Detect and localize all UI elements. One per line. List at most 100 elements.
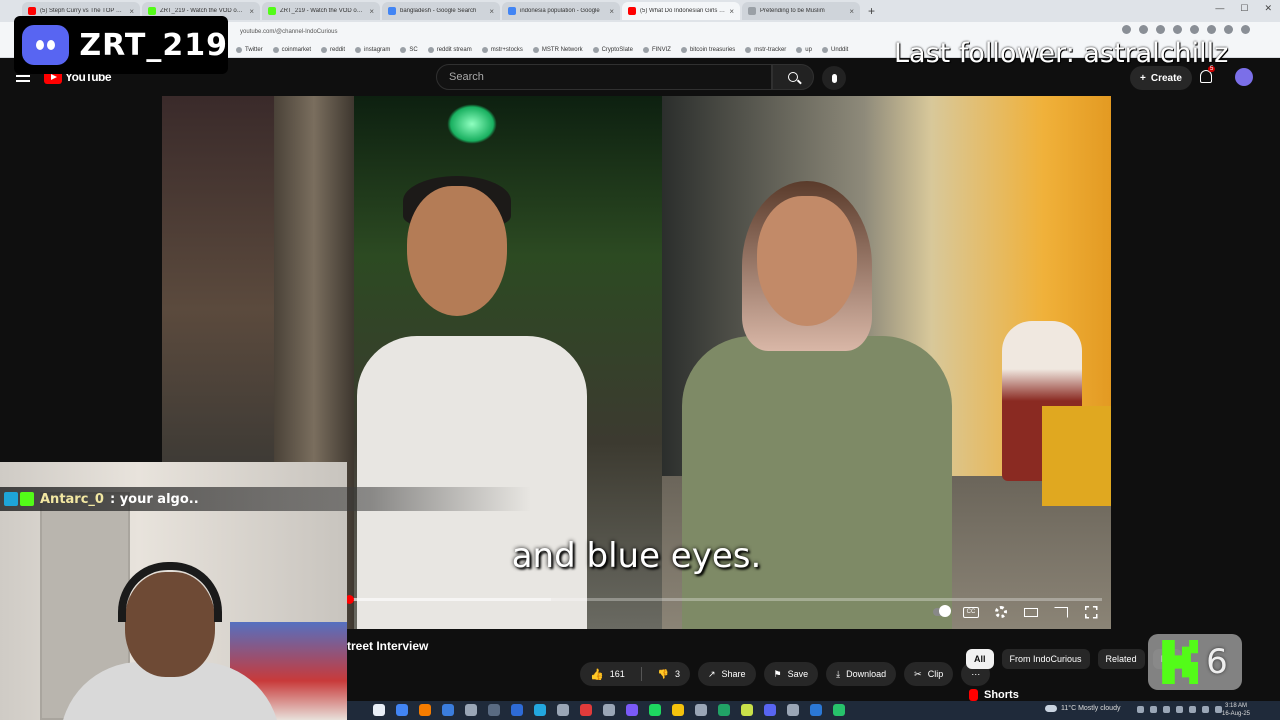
extension-icon[interactable] [1224, 25, 1233, 34]
last-follower-text: Last follower: astralchillz [894, 38, 1229, 69]
browser-tab[interactable]: Pretending to be Muslim × [742, 2, 860, 20]
dislike-button[interactable]: 👎 3 [648, 662, 690, 686]
voice-search-button[interactable] [822, 66, 846, 90]
bookmark-item[interactable]: reddit stream [427, 46, 472, 53]
tray-icon[interactable] [1202, 706, 1209, 713]
bookmark-item[interactable]: mstr-tracker [745, 46, 787, 53]
taskbar-app-icon[interactable] [419, 704, 431, 716]
filter-chip[interactable]: From IndoCurious [1001, 649, 1090, 669]
close-tab-icon[interactable]: × [849, 7, 854, 16]
search-button[interactable] [772, 64, 814, 90]
close-tab-icon[interactable]: × [249, 7, 254, 16]
tray-icon[interactable] [1189, 706, 1196, 713]
extension-icon[interactable] [1207, 25, 1216, 34]
progress-bar[interactable] [345, 595, 1102, 604]
bookmark-item[interactable]: instagram [355, 46, 390, 53]
taskbar-app-icon[interactable] [626, 704, 638, 716]
bookmark-item[interactable]: SC [400, 46, 418, 53]
create-button[interactable]: + Create [1130, 66, 1192, 90]
bookmark-item[interactable]: FINVIZ [642, 46, 671, 53]
search-input[interactable]: Search [436, 64, 772, 90]
taskbar-clock[interactable]: 3:18 AM 16-Aug-25 [1222, 702, 1250, 718]
bookmark-item[interactable]: up [796, 46, 812, 53]
filter-chip[interactable]: Related [1097, 649, 1145, 669]
tray-icon[interactable] [1176, 706, 1183, 713]
taskbar-app-icon[interactable] [580, 704, 592, 716]
taskbar-app-icon[interactable] [764, 704, 776, 716]
green-sweater [682, 336, 952, 629]
close-tab-icon[interactable]: × [729, 7, 734, 16]
clip-button[interactable]: ✂ Clip [904, 662, 954, 686]
bookmark-item[interactable]: bitcoin treasuries [680, 46, 735, 53]
browser-tab[interactable]: (5) What Do Indonesian Girls Th × [622, 2, 740, 20]
bookmark-item[interactable]: reddit [321, 46, 345, 53]
tab-title: bangladesh - Google Search [400, 8, 477, 14]
extension-icon[interactable] [1241, 25, 1250, 34]
extension-icon[interactable] [1190, 25, 1199, 34]
download-button[interactable]: ⤓ Download [826, 662, 897, 686]
browser-tab[interactable]: indonesia population - Google × [502, 2, 620, 20]
close-tab-icon[interactable]: × [609, 7, 614, 16]
taskbar-app-icon[interactable] [741, 704, 753, 716]
close-window-button[interactable]: ✕ [1264, 3, 1272, 14]
taskbar-app-icon[interactable] [810, 704, 822, 716]
bookmark-item[interactable]: MSTR Network [532, 46, 583, 53]
tray-icon[interactable] [1150, 706, 1157, 713]
bookmark-favicon-icon [272, 46, 279, 53]
like-button[interactable]: 👍 161 [580, 662, 635, 686]
bookmark-item[interactable]: mstr+stocks [481, 46, 523, 53]
close-tab-icon[interactable]: × [489, 7, 494, 16]
player-controls: CC [933, 605, 1099, 619]
taskbar-app-icon[interactable] [488, 704, 500, 716]
theater-mode-button[interactable] [1023, 606, 1039, 618]
bookmark-label: SC [409, 46, 418, 53]
account-avatar[interactable] [1235, 68, 1253, 86]
browser-tab[interactable]: bangladesh - Google Search × [382, 2, 500, 20]
taskbar-app-icon[interactable] [833, 704, 845, 716]
autoplay-toggle[interactable] [933, 605, 951, 618]
fullscreen-button[interactable] [1083, 605, 1099, 619]
taskbar-app-icon[interactable] [649, 704, 661, 716]
taskbar-app-icon[interactable] [557, 704, 569, 716]
close-tab-icon[interactable]: × [369, 7, 374, 16]
maximize-button[interactable]: ☐ [1240, 3, 1248, 14]
save-button[interactable]: ⚑ Save [763, 662, 819, 686]
minimize-button[interactable]: — [1215, 3, 1224, 14]
extension-icon[interactable] [1122, 25, 1131, 34]
taskbar-app-icon[interactable] [603, 704, 615, 716]
taskbar-app-icon[interactable] [396, 704, 408, 716]
tray-icon[interactable] [1215, 706, 1222, 713]
taskbar-app-icon[interactable] [718, 704, 730, 716]
bookmark-item[interactable]: Unddit [821, 46, 848, 53]
tray-icon[interactable] [1137, 706, 1144, 713]
taskbar-app-icon[interactable] [672, 704, 684, 716]
captions-button[interactable]: CC [963, 606, 979, 618]
taskbar-app-icon[interactable] [534, 704, 546, 716]
taskbar-app-icon[interactable] [787, 704, 799, 716]
bookmark-item[interactable]: CryptoSlate [592, 46, 633, 53]
extension-icon[interactable] [1139, 25, 1148, 34]
headset-icon [118, 562, 222, 622]
taskbar-app-icon[interactable] [511, 704, 523, 716]
bookmark-item[interactable]: Twitter [236, 46, 263, 53]
url-field[interactable]: youtube.com/@channel-IndoCurious [240, 29, 640, 35]
new-tab-button[interactable]: + [862, 4, 881, 18]
tray-icon[interactable] [1163, 706, 1170, 713]
bookmark-label: mstr-tracker [754, 46, 787, 53]
taskbar-app-icon[interactable] [695, 704, 707, 716]
taskbar-app-icon[interactable] [465, 704, 477, 716]
browser-tab[interactable]: ZRT_219 - Watch the VOD on K × [262, 2, 380, 20]
bookmark-item[interactable]: coinmarket [272, 46, 312, 53]
cast-button[interactable] [1053, 606, 1069, 618]
taskbar-app-icon[interactable] [373, 704, 385, 716]
taskbar-app-icon[interactable] [442, 704, 454, 716]
share-button[interactable]: ↗ Share [697, 662, 756, 686]
extension-icon[interactable] [1156, 25, 1165, 34]
weather-widget[interactable]: 11°C Mostly cloudy [1045, 705, 1120, 712]
bookmark-label: CryptoSlate [601, 46, 633, 53]
extension-icon[interactable] [1173, 25, 1182, 34]
bookmark-label: coinmarket [281, 46, 312, 53]
close-tab-icon[interactable]: × [129, 7, 134, 16]
settings-button[interactable] [993, 606, 1009, 618]
filter-chip[interactable]: All [966, 649, 994, 669]
